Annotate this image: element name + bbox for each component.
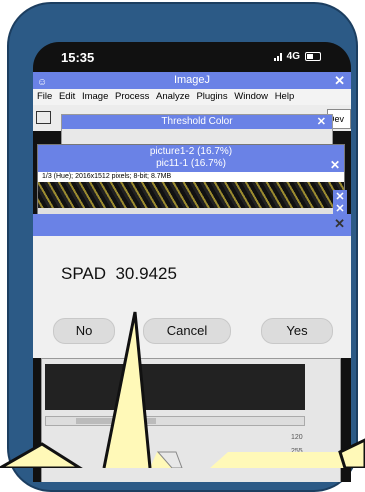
speech-callout <box>0 311 365 468</box>
